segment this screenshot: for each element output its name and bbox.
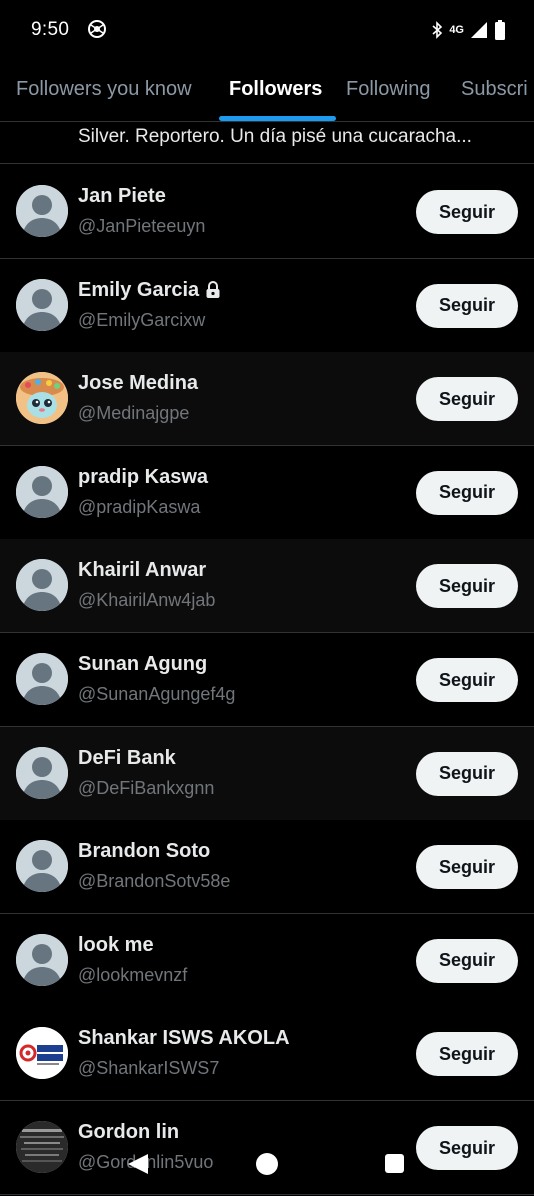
user-display-name: Jose Medina [78,372,198,395]
user-name-text: Emily Garcia [78,278,200,301]
network-type-label: 4G [449,24,464,36]
user-display-name: Gordon lin [78,1121,179,1144]
status-icons: 4G [431,19,506,41]
user-bio: Silver. Reportero. Un día pisé una cucar… [78,126,472,147]
tab-followers-you-know[interactable]: Followers you know [16,78,192,101]
bluetooth-icon [431,21,443,39]
user-name-text: Gordon lin [78,1121,180,1143]
status-time: 9:50 [31,19,70,40]
user-row[interactable]: Brandon Soto @BrandonSotv58e Seguir [0,820,534,915]
lock-icon [205,281,221,299]
user-row[interactable]: Shankar ISWS AKOLA @ShankarISWS7 Seguir [0,1007,534,1102]
default-avatar-icon[interactable] [16,185,68,237]
tab-following[interactable]: Following [346,78,430,101]
default-avatar-icon[interactable] [16,653,68,705]
user-name-text: Jose Medina [78,372,199,395]
user-row[interactable]: Jan Piete @JanPieteeuyn Seguir [0,165,534,259]
follow-button[interactable]: Seguir [416,1126,518,1170]
follow-button[interactable]: Seguir [416,845,518,890]
follow-button[interactable]: Seguir [416,1032,518,1077]
follower-tabs: Followers you know Followers Following S… [0,62,534,122]
user-row[interactable]: DeFi Bank @DeFiBankxgnn Seguir [0,726,534,821]
user-handle: @lookmevnzf [78,964,188,985]
follow-button[interactable]: Seguir [416,564,518,609]
user-display-name: Sunan Agung [78,653,207,676]
user-handle: @ShankarISWS7 [78,1058,220,1079]
user-display-name: Jan Piete [78,185,166,208]
app-notification-icon [87,19,107,39]
user-row[interactable]: Khairil Anwar @KhairilAnw4jab Seguir [0,539,534,634]
status-bar: 9:50 4G [0,0,534,60]
follow-button[interactable]: Seguir [416,751,518,796]
user-row[interactable]: Jose Medina @Medinajgpe Seguir [0,352,534,447]
user-handle: @KhairilAnw4jab [78,590,216,611]
default-avatar-icon[interactable] [16,278,68,331]
user-display-name: Khairil Anwar [78,559,206,582]
follow-button[interactable]: Seguir [416,658,518,702]
default-avatar-icon[interactable] [16,559,68,612]
user-name-text: Jan Piete [78,185,166,207]
user-row[interactable]: Gordon lin@Gordonlin5vuoSeguir [0,1101,534,1195]
back-icon[interactable] [126,1152,150,1181]
user-display-name: look me [78,934,154,957]
user-row[interactable]: pradip Kaswa @pradipKaswa Seguir [0,445,534,540]
user-handle: @EmilyGarcixw [78,309,206,330]
default-avatar-icon[interactable] [16,465,68,518]
user-display-name: DeFi Bank [78,747,176,770]
user-name-text: Brandon Soto [78,840,211,863]
follow-button[interactable]: Seguir [416,470,518,515]
avatar[interactable] [16,372,68,425]
default-avatar-icon[interactable] [16,933,68,986]
user-handle: @DeFiBankxgnn [78,777,215,798]
user-handle: @BrandonSotv58e [78,871,231,892]
user-row[interactable]: Sunan Agung @SunanAgungef4g Seguir [0,633,534,727]
user-name-text: Sunan Agung [78,653,208,675]
follow-button[interactable]: Seguir [416,190,518,234]
tab-subscriptions[interactable]: Subscri [461,78,528,101]
default-avatar-icon[interactable] [16,746,68,799]
user-handle: @JanPieteeuyn [78,216,206,236]
user-name-text: DeFi Bank [78,746,176,769]
user-display-name: pradip Kaswa [78,466,208,489]
recents-icon[interactable] [385,1154,404,1173]
battery-icon [494,20,506,40]
tab-followers[interactable]: Followers [229,78,322,101]
user-display-name: Emily Garcia [78,279,221,302]
user-name-text: look me [78,933,154,956]
avatar[interactable] [16,1121,68,1173]
user-name-text: Shankar ISWS AKOLA [78,1027,290,1050]
user-row[interactable]: Emily Garcia @EmilyGarcixw Seguir [0,258,534,353]
user-handle: @SunanAgungef4g [78,684,236,704]
user-display-name: Brandon Soto [78,840,210,863]
avatar[interactable] [16,1027,68,1080]
cellular-signal-icon [470,21,488,39]
partial-user-row[interactable]: Silver. Reportero. Un día pisé una cucar… [0,122,534,164]
follow-button[interactable]: Seguir [416,283,518,328]
user-name-text: Khairil Anwar [78,559,207,582]
followers-screen: 9:50 4G Followers you know Followers Fol… [0,0,534,1196]
default-avatar-icon[interactable] [16,840,68,893]
follow-button[interactable]: Seguir [416,938,518,983]
user-handle: @pradipKaswa [78,496,201,517]
user-row[interactable]: look me @lookmevnzf Seguir [0,913,534,1008]
home-icon[interactable] [256,1153,278,1175]
user-name-text: pradip Kaswa [78,465,209,488]
user-display-name: Shankar ISWS AKOLA [78,1027,290,1050]
user-handle: @Medinajgpe [78,403,190,424]
follow-button[interactable]: Seguir [416,377,518,422]
